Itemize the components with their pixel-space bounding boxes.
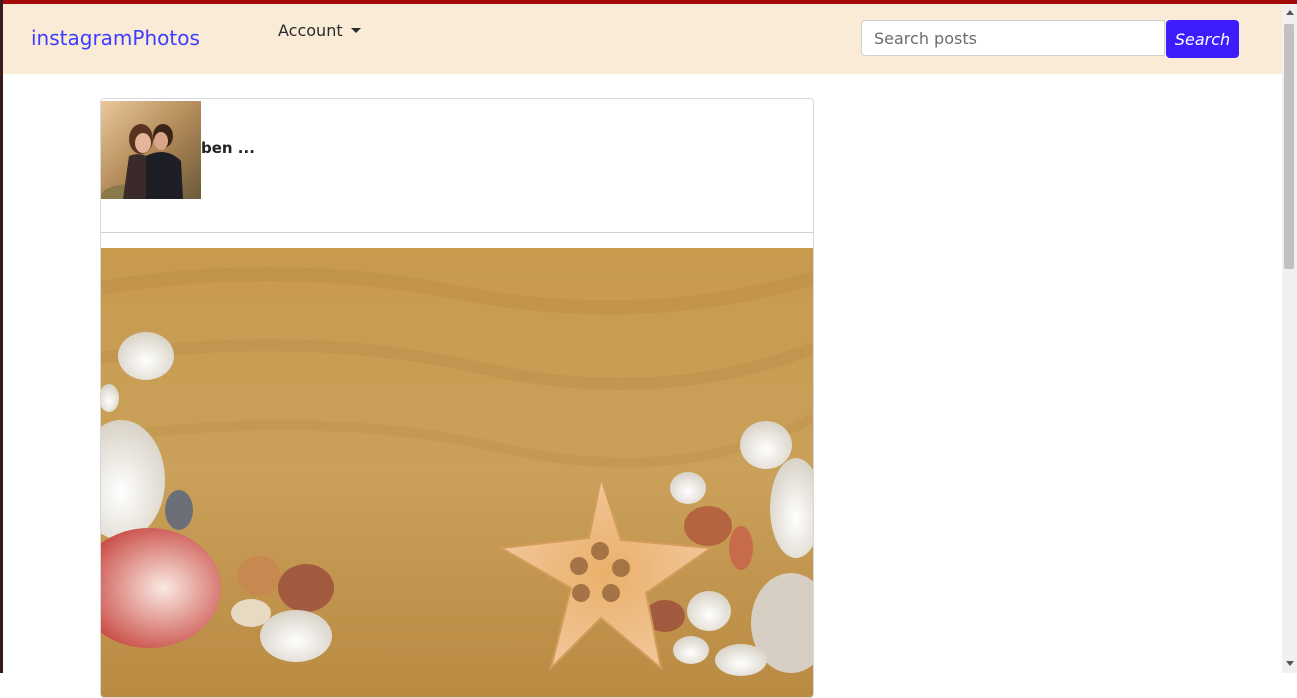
navbar: instagramPhotos Account Search <box>3 4 1282 74</box>
avatar[interactable] <box>101 101 201 199</box>
caret-down-icon <box>350 28 361 33</box>
vertical-scrollbar[interactable] <box>1282 4 1297 673</box>
scroll-up-arrow-icon[interactable] <box>1286 10 1294 15</box>
search-input[interactable] <box>861 20 1165 56</box>
post-card: ben ... <box>100 98 814 698</box>
scrollbar-thumb[interactable] <box>1284 24 1294 269</box>
scroll-down-arrow-icon[interactable] <box>1286 661 1294 666</box>
search-button[interactable]: Search <box>1166 20 1239 58</box>
post-username[interactable]: ben ... <box>201 139 255 157</box>
brand-link[interactable]: instagramPhotos <box>31 26 200 50</box>
account-label: Account <box>278 21 343 40</box>
account-dropdown[interactable]: Account <box>278 21 361 40</box>
window-left-edge <box>0 0 3 673</box>
post-image <box>101 248 813 697</box>
post-header: ben ... <box>101 99 813 233</box>
